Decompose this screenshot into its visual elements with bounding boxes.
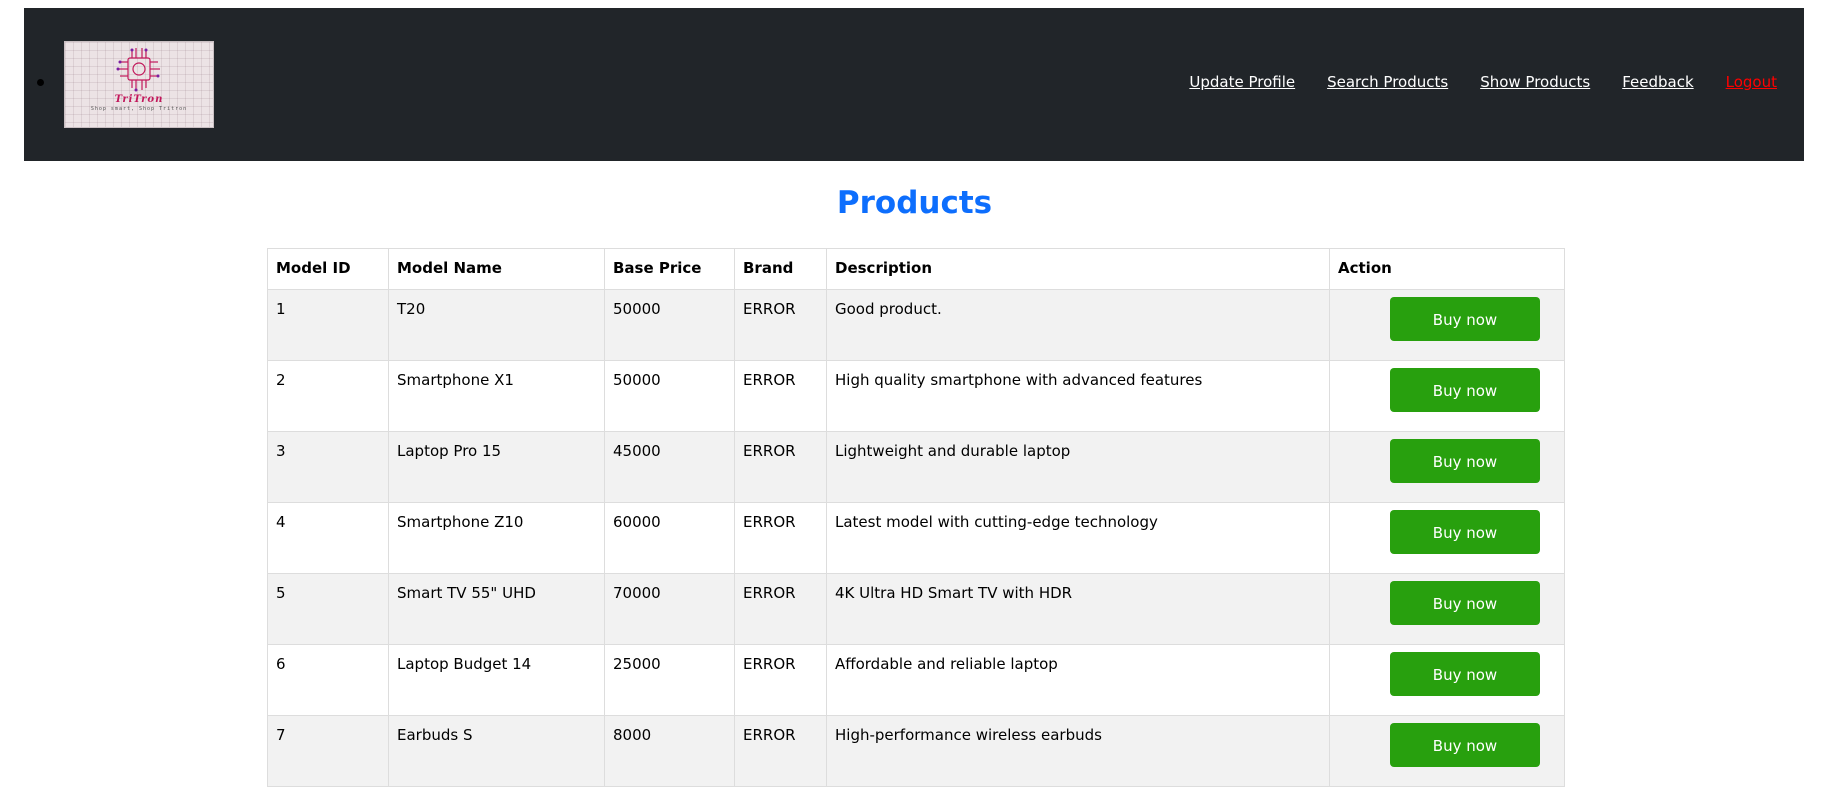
cell-model-id: 6 [267, 644, 389, 716]
cell-model-id: 5 [267, 573, 389, 645]
cell-base-price: 8000 [604, 715, 735, 787]
logo-tagline: Shop smart, Shop Tritron [90, 106, 188, 112]
cell-brand: ERROR [734, 715, 827, 787]
buy-now-button[interactable]: Buy now [1390, 368, 1540, 412]
header-brand: Brand [734, 248, 827, 290]
logo-brand-text: TriTron [114, 94, 164, 105]
cell-model-name: Laptop Pro 15 [388, 431, 605, 503]
table-row: 7 Earbuds S 8000 ERROR High-performance … [267, 715, 1565, 787]
nav-show-products[interactable]: Show Products [1480, 73, 1590, 91]
cell-model-name: Smart TV 55" UHD [388, 573, 605, 645]
cell-action: Buy now [1329, 502, 1565, 574]
cell-model-id: 2 [267, 360, 389, 432]
cell-description: Affordable and reliable laptop [826, 644, 1330, 716]
cell-action: Buy now [1329, 360, 1565, 432]
cell-action: Buy now [1329, 644, 1565, 716]
products-table-container: Model ID Model Name Base Price Brand Des… [267, 248, 1565, 787]
cell-model-name: T20 [388, 289, 605, 361]
cell-action: Buy now [1329, 431, 1565, 503]
cell-brand: ERROR [734, 431, 827, 503]
logo-image[interactable]: TriTron Shop smart, Shop Tritron [64, 41, 214, 128]
cell-base-price: 60000 [604, 502, 735, 574]
cell-action: Buy now [1329, 573, 1565, 645]
nav-logout[interactable]: Logout [1726, 73, 1777, 91]
cell-base-price: 25000 [604, 644, 735, 716]
cell-base-price: 50000 [604, 360, 735, 432]
cell-description: High quality smartphone with advanced fe… [826, 360, 1330, 432]
cell-model-id: 3 [267, 431, 389, 503]
cell-brand: ERROR [734, 360, 827, 432]
cell-brand: ERROR [734, 289, 827, 361]
list-bullet [37, 79, 44, 86]
chip-icon [116, 48, 160, 92]
cell-action: Buy now [1329, 715, 1565, 787]
cell-model-id: 7 [267, 715, 389, 787]
cell-model-name: Smartphone X1 [388, 360, 605, 432]
nav-update-profile[interactable]: Update Profile [1189, 73, 1295, 91]
cell-model-id: 4 [267, 502, 389, 574]
cell-base-price: 45000 [604, 431, 735, 503]
cell-brand: ERROR [734, 644, 827, 716]
header-model-id: Model ID [267, 248, 389, 290]
header-model-name: Model Name [388, 248, 605, 290]
table-row: 5 Smart TV 55" UHD 70000 ERROR 4K Ultra … [267, 573, 1565, 645]
buy-now-button[interactable]: Buy now [1390, 439, 1540, 483]
page-title: Products [836, 185, 993, 221]
cell-base-price: 70000 [604, 573, 735, 645]
table-row: 3 Laptop Pro 15 45000 ERROR Lightweight … [267, 431, 1565, 503]
buy-now-button[interactable]: Buy now [1390, 297, 1540, 341]
table-row: 6 Laptop Budget 14 25000 ERROR Affordabl… [267, 644, 1565, 716]
cell-action: Buy now [1329, 289, 1565, 361]
cell-description: 4K Ultra HD Smart TV with HDR [826, 573, 1330, 645]
cell-model-name: Smartphone Z10 [388, 502, 605, 574]
cell-model-id: 1 [267, 289, 389, 361]
table-row: 2 Smartphone X1 50000 ERROR High quality… [267, 360, 1565, 432]
cell-base-price: 50000 [604, 289, 735, 361]
navbar: TriTron Shop smart, Shop Tritron Update … [24, 8, 1804, 161]
cell-brand: ERROR [734, 502, 827, 574]
cell-model-name: Laptop Budget 14 [388, 644, 605, 716]
cell-description: Lightweight and durable laptop [826, 431, 1330, 503]
header-description: Description [826, 248, 1330, 290]
table-row: 1 T20 50000 ERROR Good product. Buy now [267, 289, 1565, 361]
products-table: Model ID Model Name Base Price Brand Des… [267, 248, 1565, 787]
nav-search-products[interactable]: Search Products [1327, 73, 1448, 91]
table-header-row: Model ID Model Name Base Price Brand Des… [267, 248, 1565, 290]
buy-now-button[interactable]: Buy now [1390, 510, 1540, 554]
nav-feedback[interactable]: Feedback [1622, 73, 1693, 91]
buy-now-button[interactable]: Buy now [1390, 652, 1540, 696]
buy-now-button[interactable]: Buy now [1390, 581, 1540, 625]
cell-brand: ERROR [734, 573, 827, 645]
cell-description: Good product. [826, 289, 1330, 361]
table-row: 4 Smartphone Z10 60000 ERROR Latest mode… [267, 502, 1565, 574]
header-base-price: Base Price [604, 248, 735, 290]
header-action: Action [1329, 248, 1565, 290]
cell-description: High-performance wireless earbuds [826, 715, 1330, 787]
nav-links: Update Profile Search Products Show Prod… [1189, 73, 1777, 91]
cell-model-name: Earbuds S [388, 715, 605, 787]
buy-now-button[interactable]: Buy now [1390, 723, 1540, 767]
cell-description: Latest model with cutting-edge technolog… [826, 502, 1330, 574]
